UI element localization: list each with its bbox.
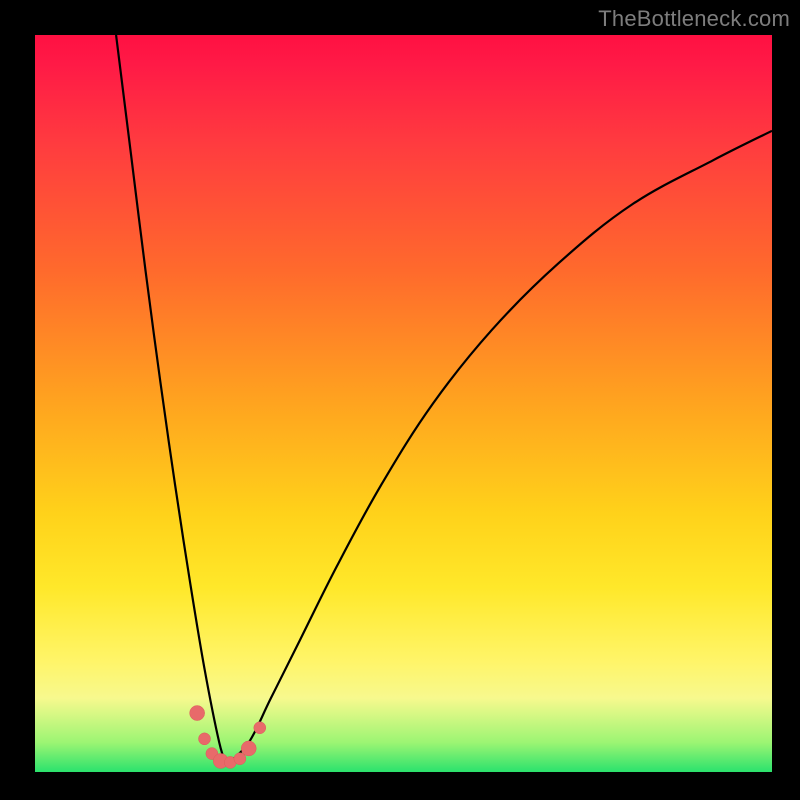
trough-marker	[190, 706, 205, 721]
curve-left	[116, 35, 227, 765]
trough-marker	[199, 733, 211, 745]
plot-area	[35, 35, 772, 772]
curve-layer	[35, 35, 772, 772]
curve-right	[227, 131, 772, 765]
trough-marker	[241, 741, 256, 756]
trough-markers	[190, 706, 266, 769]
trough-marker	[254, 722, 266, 734]
watermark-text: TheBottleneck.com	[598, 6, 790, 32]
chart-frame: TheBottleneck.com	[0, 0, 800, 800]
